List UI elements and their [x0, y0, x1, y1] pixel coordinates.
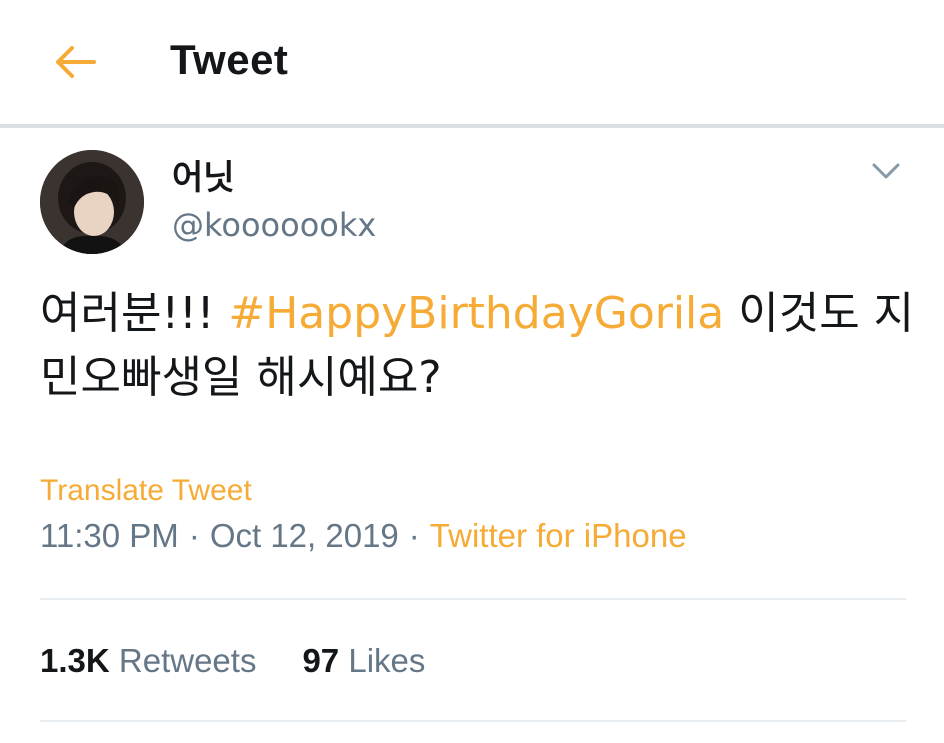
likes-label: Likes [348, 642, 426, 679]
separator: · [188, 517, 200, 554]
likes-count: 97 [302, 642, 340, 679]
display-name[interactable]: 어닛 [172, 150, 235, 199]
avatar[interactable] [40, 150, 144, 254]
hashtag-link[interactable]: #HappyBirthdayGorila [228, 288, 724, 339]
tweet-date: Oct 12, 2019 [209, 517, 399, 554]
retweets-stat[interactable]: 1.3K Retweets [40, 642, 256, 680]
chevron-down-icon [872, 163, 900, 179]
profile-photo [40, 150, 144, 254]
arrow-left-icon [56, 46, 96, 78]
top-bar: Tweet [0, 0, 944, 125]
tweet-source-link[interactable]: Twitter for iPhone [430, 517, 687, 554]
translate-tweet-link[interactable]: Translate Tweet [40, 474, 252, 508]
likes-stat[interactable]: 97 Likes [302, 642, 425, 680]
user-handle[interactable]: @kooooookx [172, 206, 376, 244]
separator: · [408, 517, 420, 554]
page-title: Tweet [170, 36, 289, 83]
divider [40, 598, 906, 600]
retweets-label: Retweets [118, 642, 257, 679]
retweets-count: 1.3K [40, 642, 110, 679]
tweet-stats: 1.3K Retweets 97 Likes [40, 642, 471, 680]
tweet-menu-button[interactable] [868, 155, 904, 185]
tweet-time: 11:30 PM [40, 517, 179, 554]
tweet-text: 여러분!!! #HappyBirthdayGorila 이것도 지민오빠생일 해… [40, 282, 920, 410]
divider [40, 720, 906, 722]
header-divider [0, 124, 944, 128]
tweet-text-before: 여러분!!! [40, 288, 229, 339]
tweet-metadata: 11:30 PM · Oct 12, 2019 · Twitter for iPhone [40, 517, 687, 555]
back-button[interactable] [50, 42, 100, 82]
